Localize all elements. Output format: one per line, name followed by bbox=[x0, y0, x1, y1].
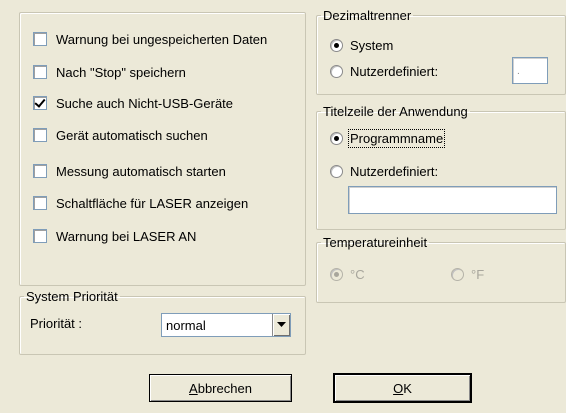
title-custom-radio[interactable] bbox=[330, 164, 343, 178]
unsaved-warning-checkbox[interactable] bbox=[33, 32, 47, 46]
title-bar-group-legend: Titelzeile der Anwendung bbox=[323, 104, 468, 119]
decimal-custom-input[interactable]: . bbox=[512, 57, 548, 84]
decimal-system-label: System bbox=[350, 37, 394, 53]
temperature-celsius-label: °C bbox=[350, 266, 365, 282]
auto-measure-label: Messung automatisch starten bbox=[56, 163, 226, 179]
laser-warning-checkbox[interactable] bbox=[33, 229, 47, 243]
title-custom-option[interactable]: Nutzerdefiniert: bbox=[330, 162, 438, 180]
temperature-celsius-radio[interactable] bbox=[330, 267, 343, 281]
decimal-system-radio[interactable] bbox=[330, 38, 343, 52]
checkbox-row-unsaved-warning[interactable]: Warnung bei ungespeicherten Daten bbox=[33, 30, 267, 48]
checkbox-row-save-after-stop[interactable]: Nach "Stop" speichern bbox=[33, 63, 186, 81]
title-program-radio[interactable] bbox=[330, 131, 343, 145]
laser-button-label: Schaltfläche für LASER anzeigen bbox=[56, 195, 249, 211]
unsaved-warning-label: Warnung bei ungespeicherten Daten bbox=[56, 31, 268, 47]
temperature-group-legend: Temperatureinheit bbox=[323, 235, 428, 250]
save-after-stop-checkbox[interactable] bbox=[33, 65, 47, 79]
temperature-celsius-option[interactable]: °C bbox=[330, 265, 365, 283]
ok-button-label: OK bbox=[393, 380, 412, 396]
decimal-custom-option[interactable]: Nutzerdefiniert: bbox=[330, 62, 438, 80]
laser-warning-label: Warnung bei LASER AN bbox=[56, 228, 197, 244]
cancel-button[interactable]: Abbrechen bbox=[149, 374, 292, 402]
temperature-fahrenheit-label: °F bbox=[471, 266, 485, 282]
temperature-fahrenheit-option[interactable]: °F bbox=[451, 265, 484, 283]
title-custom-label: Nutzerdefiniert: bbox=[350, 163, 439, 179]
checkbox-row-auto-measure[interactable]: Messung automatisch starten bbox=[33, 162, 226, 180]
priority-select[interactable]: normal bbox=[161, 313, 291, 337]
auto-device-search-checkbox[interactable] bbox=[33, 128, 47, 142]
decimal-group-legend: Dezimaltrenner bbox=[323, 8, 412, 23]
decimal-custom-label: Nutzerdefiniert: bbox=[350, 63, 439, 79]
save-after-stop-label: Nach "Stop" speichern bbox=[56, 64, 186, 80]
priority-label: Priorität : bbox=[30, 316, 83, 331]
title-program-label: Programmname bbox=[347, 128, 446, 148]
title-program-option[interactable]: Programmname bbox=[330, 128, 446, 148]
decimal-custom-radio[interactable] bbox=[330, 64, 343, 78]
checkbox-row-non-usb-search[interactable]: Suche auch Nicht-USB-Geräte bbox=[33, 94, 233, 112]
title-custom-input[interactable] bbox=[348, 186, 557, 214]
checkbox-row-laser-warning[interactable]: Warnung bei LASER AN bbox=[33, 227, 196, 245]
checkbox-row-laser-button[interactable]: Schaltfläche für LASER anzeigen bbox=[33, 194, 248, 212]
cancel-button-label: Abbrechen bbox=[189, 380, 252, 396]
non-usb-search-checkbox[interactable] bbox=[33, 96, 47, 110]
temperature-fahrenheit-radio[interactable] bbox=[451, 267, 464, 281]
auto-device-search-label: Gerät automatisch suchen bbox=[56, 127, 208, 143]
ok-button[interactable]: OK bbox=[334, 374, 471, 402]
priority-select-value: normal bbox=[166, 317, 206, 333]
decimal-system-option[interactable]: System bbox=[330, 36, 393, 54]
non-usb-search-label: Suche auch Nicht-USB-Geräte bbox=[56, 95, 234, 111]
priority-group-legend: System Priorität bbox=[26, 289, 118, 304]
checkbox-row-auto-device-search[interactable]: Gerät automatisch suchen bbox=[33, 126, 208, 144]
chevron-down-icon[interactable] bbox=[272, 314, 290, 336]
laser-button-checkbox[interactable] bbox=[33, 196, 47, 210]
decimal-custom-input-value: . bbox=[517, 66, 520, 77]
auto-measure-checkbox[interactable] bbox=[33, 164, 47, 178]
